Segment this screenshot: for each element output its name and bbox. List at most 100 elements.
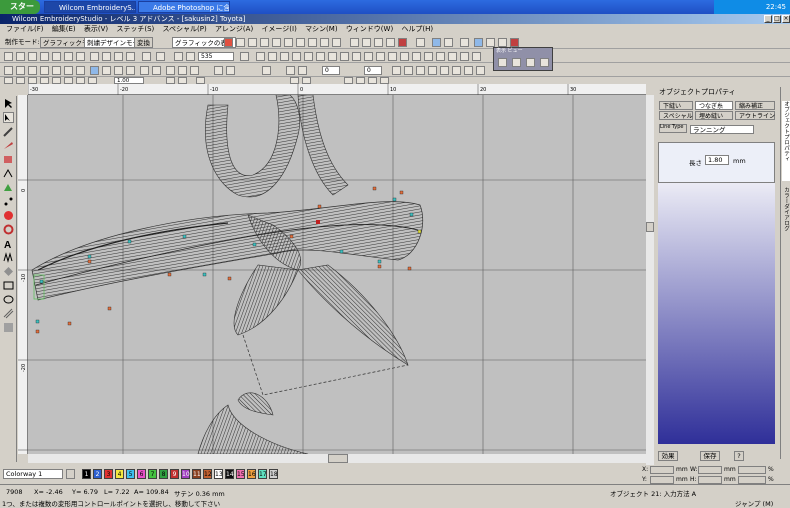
tool-icon[interactable] — [444, 38, 453, 47]
tab-special[interactable]: スペシャル — [659, 111, 693, 120]
tool-icon[interactable] — [290, 77, 299, 84]
color-swatch[interactable]: 9 — [170, 469, 179, 479]
knife-icon[interactable] — [3, 140, 14, 151]
tool-icon[interactable] — [114, 66, 123, 75]
paste-icon[interactable] — [114, 52, 123, 61]
color-swatch[interactable]: 10 — [181, 469, 190, 479]
tool-icon[interactable] — [166, 66, 175, 75]
tool-icon[interactable] — [40, 77, 49, 84]
tatami-icon[interactable] — [3, 322, 14, 333]
tool-icon[interactable] — [474, 38, 483, 47]
close-icon[interactable]: × — [782, 15, 790, 23]
tool-icon[interactable] — [448, 52, 457, 61]
tool-icon[interactable] — [90, 66, 99, 75]
tool-icon[interactable] — [486, 38, 495, 47]
tool-icon[interactable] — [224, 38, 233, 47]
color-swatch[interactable]: 16 — [247, 469, 256, 479]
convert-button[interactable]: 変換 — [134, 37, 153, 48]
taskbar-item-photoshop[interactable]: Adobe Photoshop に含... — [138, 1, 230, 13]
tool-icon[interactable] — [64, 66, 73, 75]
h-field[interactable] — [698, 476, 722, 484]
tool-icon[interactable] — [248, 38, 257, 47]
print-icon[interactable] — [64, 52, 73, 61]
sidebar-tab-color[interactable]: カラーダイアログ — [782, 187, 790, 247]
horizontal-scroll-thumb[interactable] — [328, 454, 348, 463]
maximize-icon[interactable]: □ — [773, 15, 781, 23]
angle-spin-1[interactable]: 0 — [322, 66, 340, 75]
tab-pull-compensation[interactable]: 縮み補正 — [735, 101, 775, 110]
help-button[interactable]: ? — [734, 451, 744, 461]
tool-icon[interactable] — [126, 52, 135, 61]
color-swatch[interactable]: 11 — [192, 469, 201, 479]
menu-help[interactable]: ヘルプ(H) — [401, 25, 433, 33]
color-swatch[interactable]: 13 — [214, 469, 223, 479]
monogram-icon[interactable] — [3, 252, 14, 263]
tool-icon[interactable] — [76, 52, 85, 61]
tab-underlay[interactable]: 下縫い — [659, 101, 693, 110]
menu-stitch[interactable]: ステッチ(S) — [116, 25, 154, 33]
menu-edit[interactable]: 編集(E) — [52, 25, 76, 33]
tool-icon[interactable] — [400, 52, 409, 61]
color-swatch[interactable]: 14 — [225, 469, 234, 479]
tool-icon[interactable] — [374, 38, 383, 47]
satin-icon[interactable] — [3, 308, 14, 319]
tool-icon[interactable] — [316, 52, 325, 61]
vertical-scroll-thumb[interactable] — [646, 222, 654, 232]
tool-icon[interactable] — [424, 52, 433, 61]
tool-icon[interactable] — [398, 38, 407, 47]
tool-icon[interactable] — [368, 77, 377, 84]
tool-icon[interactable] — [404, 66, 413, 75]
tool-icon[interactable] — [286, 66, 295, 75]
tool-icon[interactable] — [268, 52, 277, 61]
tool-icon[interactable] — [464, 66, 473, 75]
color-swatch[interactable]: 6 — [137, 469, 146, 479]
tool-icon[interactable] — [428, 66, 437, 75]
tool-icon[interactable] — [236, 38, 245, 47]
tool-icon[interactable] — [262, 66, 271, 75]
tool-icon[interactable] — [52, 52, 61, 61]
colorway-select[interactable]: Colorway 1 — [3, 469, 63, 479]
tool-icon[interactable] — [416, 38, 425, 47]
new-icon[interactable] — [4, 52, 13, 61]
tool-icon[interactable] — [190, 66, 199, 75]
tool-icon[interactable] — [476, 66, 485, 75]
menu-special[interactable]: スペシャル(P) — [163, 25, 207, 33]
tool-icon[interactable] — [308, 38, 317, 47]
menu-view[interactable]: 表示(V) — [84, 25, 108, 33]
tool-icon[interactable] — [386, 38, 395, 47]
reshape-icon[interactable] — [3, 112, 14, 123]
circle-icon[interactable] — [3, 210, 14, 221]
tool-icon[interactable] — [88, 77, 97, 84]
tool-icon[interactable] — [240, 52, 249, 61]
tab-outline[interactable]: アウトライン — [735, 111, 775, 120]
zoom-out-icon[interactable] — [186, 52, 195, 61]
tool-icon[interactable] — [302, 77, 311, 84]
tool-icon[interactable] — [292, 52, 301, 61]
tool-icon[interactable] — [460, 38, 469, 47]
menu-file[interactable]: ファイル(F) — [6, 25, 44, 33]
tool-icon[interactable] — [284, 38, 293, 47]
color-swatch[interactable]: 15 — [236, 469, 245, 479]
tool-icon[interactable] — [152, 66, 161, 75]
arc-icon[interactable] — [3, 224, 14, 235]
lettering-icon[interactable]: A — [3, 238, 14, 249]
node-icon[interactable] — [3, 196, 14, 207]
tool-icon[interactable] — [102, 66, 111, 75]
tool-icon[interactable] — [4, 77, 13, 84]
color-swatch[interactable]: 2 — [93, 469, 102, 479]
tool-icon[interactable] — [388, 52, 397, 61]
tool-icon[interactable] — [272, 38, 281, 47]
cut-icon[interactable] — [90, 52, 99, 61]
tab-connector[interactable]: つなぎ糸 — [695, 101, 733, 110]
color-swatch[interactable]: 7 — [148, 469, 157, 479]
tool-icon[interactable] — [452, 66, 461, 75]
color-swatch[interactable]: 3 — [104, 469, 113, 479]
tool-icon[interactable] — [416, 66, 425, 75]
design-canvas[interactable] — [28, 95, 646, 454]
tool-icon[interactable] — [140, 66, 149, 75]
color-swatch[interactable]: 12 — [203, 469, 212, 479]
tool-icon[interactable] — [436, 52, 445, 61]
menu-image[interactable]: イメージ(I) — [261, 25, 296, 33]
w-field[interactable] — [698, 466, 722, 474]
stitch-type-select[interactable]: ランニング — [690, 125, 754, 134]
